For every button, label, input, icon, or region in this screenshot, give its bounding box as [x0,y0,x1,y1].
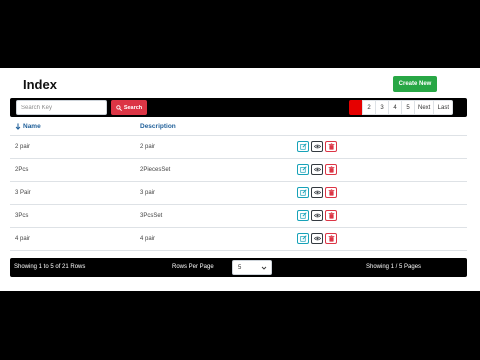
create-new-button[interactable]: Create New [393,76,437,92]
table-row: 2Pcs 2PiecesSet [10,159,467,182]
column-header-name-label: Name [23,123,41,130]
search-button[interactable]: Search [111,100,147,115]
cell-description: 2PiecesSet [140,167,171,173]
trash-icon [328,235,334,242]
pagination: 1 2 3 4 5 Next Last [349,100,454,115]
table-row: 3 Pair 3 pair [10,182,467,205]
delete-button[interactable] [325,164,337,175]
eye-icon [313,167,321,172]
cell-name: 2Pcs [15,167,29,173]
page-title: Index [23,77,57,92]
eye-icon [313,213,321,218]
table-footer: Showing 1 to 5 of 21 Rows Rows Per Page … [10,258,467,277]
trash-icon [328,166,334,173]
cell-name: 3Pcs [15,213,29,219]
trash-icon [328,212,334,219]
eye-icon [313,236,321,241]
table-row: 3Pcs 3PcsSet [10,205,467,228]
column-header-name[interactable]: Name [15,123,41,130]
edit-icon [299,143,307,150]
cell-description: 4 pair [140,236,156,242]
delete-button[interactable] [325,187,337,198]
cell-name: 4 pair [15,236,31,242]
row-actions [297,141,337,152]
edit-button[interactable] [297,210,309,221]
rows-per-page-label: Rows Per Page [172,264,214,270]
table-row: 4 pair 4 pair [10,228,467,251]
rows-per-page-value: 5 [238,264,242,271]
table-row: 2 pair 2 pair [10,136,467,159]
search-button-label: Search [123,104,143,111]
rows-per-page-select[interactable]: 5 [232,260,272,275]
eye-icon [313,144,321,149]
delete-button[interactable] [325,233,337,244]
page-container: Index Create New Search 1 2 3 4 5 Next L… [0,68,480,291]
view-button[interactable] [311,187,323,198]
search-toolbar: Search 1 2 3 4 5 Next Last [10,98,467,117]
trash-icon [328,189,334,196]
page-4-link[interactable]: 4 [388,100,402,115]
edit-button[interactable] [297,164,309,175]
edit-button[interactable] [297,233,309,244]
cell-name: 3 Pair [15,190,31,196]
delete-button[interactable] [325,141,337,152]
edit-button[interactable] [297,141,309,152]
delete-button[interactable] [325,210,337,221]
row-actions [297,233,337,244]
row-actions [297,164,337,175]
row-actions [297,187,337,198]
trash-icon [328,143,334,150]
cell-description: 2 pair [140,144,156,150]
row-actions [297,210,337,221]
view-button[interactable] [311,141,323,152]
next-page-link[interactable]: Next [414,100,435,115]
page-3-link[interactable]: 3 [375,100,389,115]
edit-icon [299,166,307,173]
cell-name: 2 pair [15,144,31,150]
last-page-link[interactable]: Last [433,100,454,115]
cell-description: 3PcsSet [140,213,163,219]
edit-icon [299,235,307,242]
edit-icon [299,212,307,219]
pages-summary: Showing 1 / 5 Pages [366,264,422,270]
search-icon [116,104,122,111]
page-1-link[interactable]: 1 [349,100,363,115]
table-header: Name Description [10,118,467,136]
page-2-link[interactable]: 2 [362,100,376,115]
view-button[interactable] [311,210,323,221]
edit-icon [299,189,307,196]
view-button[interactable] [311,164,323,175]
column-header-description[interactable]: Description [140,123,176,130]
eye-icon [313,190,321,195]
view-button[interactable] [311,233,323,244]
search-input[interactable] [16,100,107,115]
rows-summary: Showing 1 to 5 of 21 Rows [14,264,86,270]
arrow-down-icon [15,123,21,130]
edit-button[interactable] [297,187,309,198]
chevron-down-icon [261,266,267,270]
cell-description: 3 pair [140,190,156,196]
column-header-description-label: Description [140,123,176,130]
page-5-link[interactable]: 5 [401,100,415,115]
